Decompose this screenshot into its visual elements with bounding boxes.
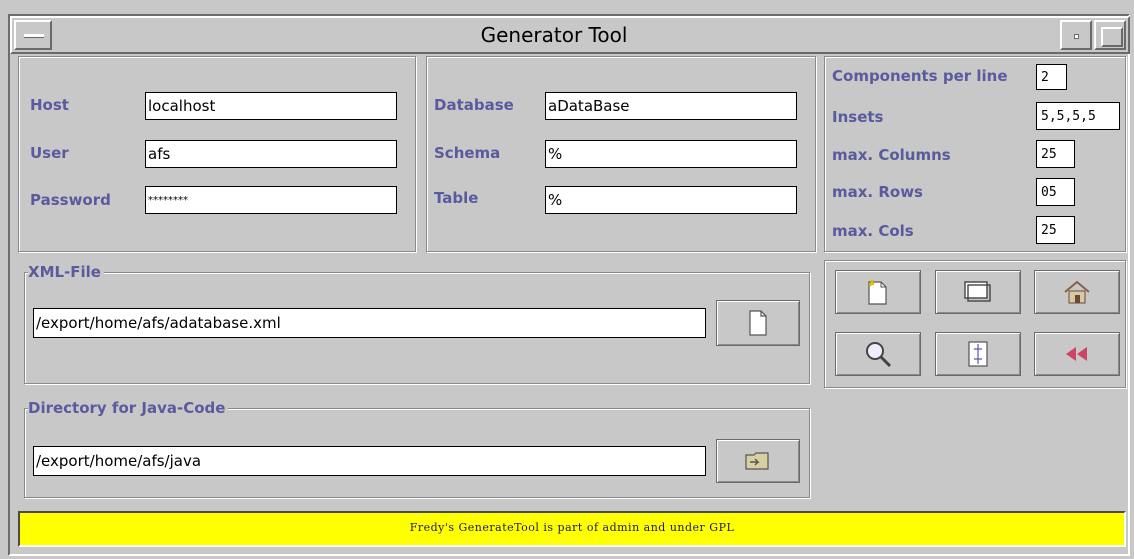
xml-file-legend: XML-File [28, 263, 104, 281]
max-cols-input[interactable] [1036, 216, 1075, 244]
window-button[interactable] [935, 270, 1021, 314]
new-file-button[interactable] [835, 270, 921, 314]
search-icon [866, 342, 892, 368]
max-rows-label: max. Rows [832, 183, 923, 201]
max-cols-label: max. Cols [832, 222, 914, 240]
document-split-icon [968, 341, 988, 367]
max-columns-input[interactable] [1036, 140, 1075, 168]
window-title: Generator Tool [480, 23, 628, 47]
java-dir-legend: Directory for Java-Code [28, 399, 229, 417]
host-input[interactable] [145, 92, 397, 120]
maximize-button[interactable] [1094, 20, 1126, 50]
minimize-icon [1074, 34, 1079, 39]
window-menu-icon [24, 34, 44, 38]
insets-input[interactable] [1036, 102, 1120, 130]
table-label: Table [434, 189, 479, 207]
document-split-button[interactable] [935, 332, 1021, 376]
browse-java-dir-button[interactable] [716, 439, 800, 483]
status-bar: Fredy's GenerateTool is part of admin an… [18, 511, 1126, 547]
password-label: Password [30, 191, 111, 209]
max-rows-input[interactable] [1036, 178, 1075, 206]
password-input[interactable] [145, 186, 397, 214]
home-button[interactable] [1034, 270, 1120, 314]
file-icon [749, 310, 767, 336]
window-menu-button[interactable] [14, 20, 52, 50]
max-columns-label: max. Columns [832, 146, 951, 164]
search-button[interactable] [835, 332, 921, 376]
browse-xml-file-button[interactable] [716, 300, 800, 346]
database-label: Database [434, 96, 514, 114]
new-file-icon [868, 279, 887, 305]
xml-file-path-input[interactable] [33, 308, 706, 338]
title-bar[interactable]: Generator Tool [10, 16, 1130, 54]
java-dir-path-input[interactable] [33, 446, 706, 476]
schema-label: Schema [434, 144, 501, 162]
rewind-icon [1066, 347, 1087, 361]
database-input[interactable] [545, 92, 797, 120]
components-per-line-input[interactable] [1036, 64, 1067, 90]
table-input[interactable] [545, 186, 797, 214]
window-icon [964, 281, 991, 302]
folder-icon [745, 452, 769, 470]
user-label: User [30, 144, 69, 162]
host-label: Host [30, 96, 69, 114]
user-input[interactable] [145, 140, 397, 168]
maximize-icon [1101, 27, 1123, 47]
home-icon [1064, 280, 1090, 304]
schema-input[interactable] [545, 140, 797, 168]
components-per-line-label: Components per line [832, 67, 1008, 85]
generator-tool-window: Generator Tool Host User Password Databa… [0, 0, 1134, 559]
insets-label: Insets [832, 108, 884, 126]
minimize-button[interactable] [1060, 20, 1092, 50]
rewind-button[interactable] [1034, 332, 1120, 376]
